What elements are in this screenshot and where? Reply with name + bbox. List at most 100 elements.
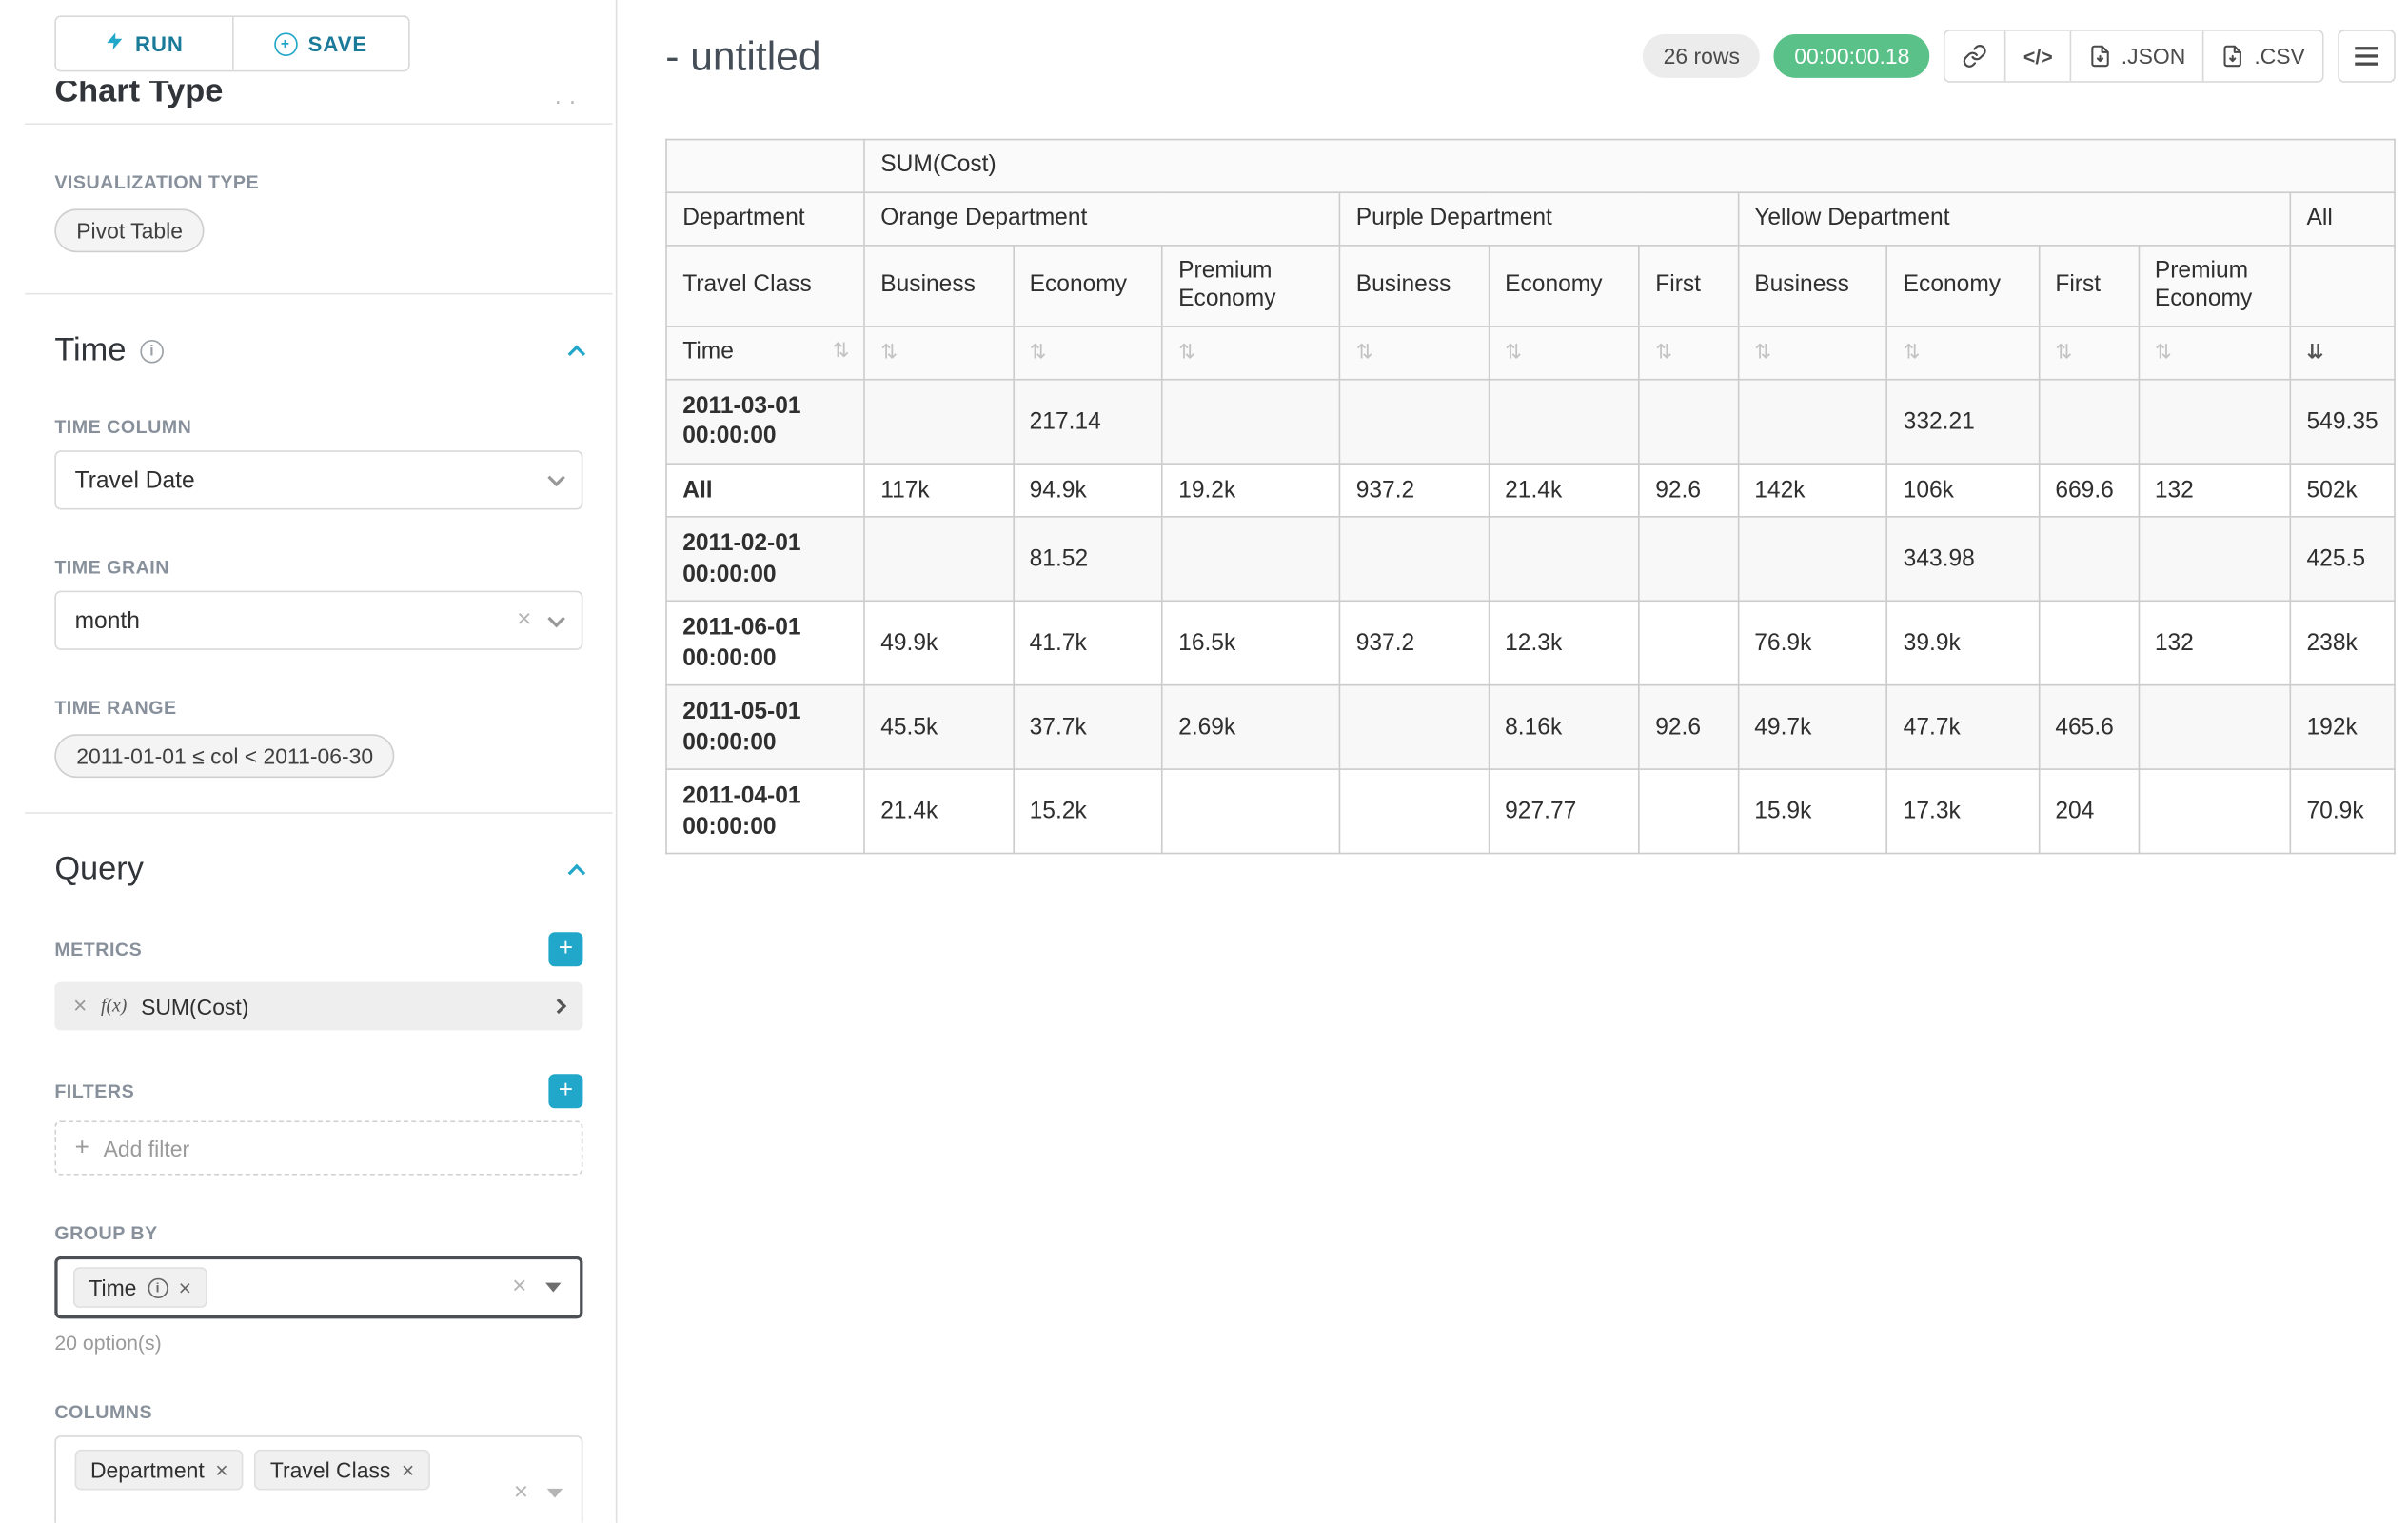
travel-class-header: Economy (1489, 245, 1639, 326)
pivot-value-cell (1162, 379, 1340, 463)
row-count-badge: 26 rows (1643, 34, 1760, 78)
visualization-type-pill[interactable]: Pivot Table (54, 208, 205, 252)
pivot-value-cell: 47.7k (1886, 685, 2039, 769)
run-save-group: RUN + SAVE (54, 15, 409, 71)
sort-icon[interactable]: ⇅ (2155, 342, 2170, 366)
add-filter-dropzone[interactable]: + Add filter (54, 1120, 582, 1175)
time-range-label: TIME RANGE (54, 697, 582, 719)
sort-icon[interactable]: ⇅ (1178, 342, 1194, 366)
group-by-select[interactable]: Timei × × (54, 1256, 582, 1319)
field-tag[interactable]: Timei × (73, 1267, 207, 1308)
plus-circle-icon: + (274, 32, 298, 56)
sort-icon[interactable]: ⇅ (2055, 342, 2070, 366)
lightning-bolt-icon (104, 30, 124, 57)
pivot-value-cell: 343.98 (1886, 517, 2039, 601)
metric-chip[interactable]: × f(x) SUM(Cost) (54, 982, 582, 1031)
chevron-up-icon[interactable] (568, 864, 586, 882)
pivot-value-cell (1162, 770, 1340, 854)
pivot-value-cell (1639, 770, 1738, 854)
pivot-value-cell: 17.3k (1886, 770, 2039, 854)
group-by-options-hint: 20 option(s) (54, 1331, 582, 1355)
travel-class-header: Premium Economy (2139, 245, 2291, 326)
export-json-label: .JSON (2122, 44, 2186, 69)
pivot-value-cell: 465.6 (2039, 685, 2138, 769)
add-metric-button[interactable]: + (548, 932, 582, 966)
sort-header-cell: ⇅ (2039, 326, 2138, 379)
copy-link-button[interactable] (1945, 31, 2004, 81)
pivot-value-cell: 142k (1738, 464, 1886, 517)
sort-header-cell: ⇅ (1639, 326, 1738, 379)
save-button-label: SAVE (308, 32, 368, 56)
pivot-value-cell: 669.6 (2039, 464, 2138, 517)
save-button[interactable]: + SAVE (231, 17, 408, 70)
sort-icon[interactable]: ⇅ (1030, 342, 1045, 366)
embed-code-button[interactable]: </> (2004, 31, 2069, 81)
chevron-up-icon[interactable] (568, 345, 586, 363)
sort-icon[interactable]: ⇅ (1356, 342, 1372, 366)
field-tag-label: Time (89, 1275, 136, 1299)
columns-select[interactable]: Department×Travel Class× × (54, 1435, 582, 1523)
department-group-header: Purple Department (1340, 192, 1739, 245)
clear-icon[interactable]: × (514, 1481, 528, 1506)
remove-tag-icon[interactable]: × (215, 1459, 227, 1481)
add-filter-button[interactable]: + (548, 1074, 582, 1108)
sort-icon[interactable]: ⇅ (1655, 342, 1670, 366)
travel-class-header: First (2039, 245, 2138, 326)
caret-down-icon (547, 1489, 563, 1498)
row-header-cell: 2011-02-01 00:00:00 (666, 517, 864, 601)
more-options-button[interactable] (2338, 30, 2396, 83)
chart-header: - untitled 26 rows 00:00:00.18 </> (665, 25, 2396, 88)
sort-icon[interactable]: ⇅ (1505, 342, 1520, 366)
pivot-value-cell: 19.2k (1162, 464, 1340, 517)
time-range-pill[interactable]: 2011-01-01 ≤ col < 2011-06-30 (54, 734, 395, 778)
export-json-button[interactable]: .JSON (2070, 31, 2203, 81)
pivot-value-cell: 49.9k (864, 602, 1013, 685)
remove-tag-icon[interactable]: × (179, 1276, 191, 1298)
pivot-row: All117k94.9k19.2k937.221.4k92.6142k106k6… (666, 464, 2395, 517)
sort-icon[interactable]: ⇅ (1754, 342, 1769, 366)
info-icon: i (148, 1277, 168, 1297)
department-group-header: Yellow Department (1738, 192, 2290, 245)
query-section-header[interactable]: Query (54, 851, 582, 888)
pivot-value-cell (1489, 517, 1639, 601)
travel-class-axis-label: Travel Class (666, 245, 864, 326)
sort-icon[interactable]: ⇅ (880, 342, 896, 366)
row-header-cell: 2011-06-01 00:00:00 (666, 602, 864, 685)
pivot-value-cell (2039, 379, 2138, 463)
sort-descending-icon[interactable]: ⇊ (2307, 342, 2322, 366)
field-tag[interactable]: Travel Class× (254, 1450, 429, 1491)
pivot-value-cell: 49.7k (1738, 685, 1886, 769)
time-grain-select[interactable]: month × (54, 591, 582, 650)
pivot-value-cell: 238k (2290, 602, 2395, 685)
divider (25, 293, 612, 295)
pivot-value-cell: 425.5 (2290, 517, 2395, 601)
pivot-table: SUM(Cost)DepartmentOrange DepartmentPurp… (665, 139, 2396, 855)
pivot-row: 2011-06-01 00:00:0049.9k41.7k16.5k937.21… (666, 602, 2395, 685)
columns-label: COLUMNS (54, 1401, 582, 1423)
clear-icon[interactable]: × (517, 608, 531, 633)
travel-class-header: Business (1340, 245, 1489, 326)
sort-icon[interactable]: ⇅ (1904, 342, 1919, 366)
metrics-label: METRICS (54, 939, 142, 960)
run-button[interactable]: RUN (56, 17, 231, 70)
field-tag[interactable]: Department× (75, 1450, 244, 1491)
export-csv-button[interactable]: .CSV (2202, 31, 2322, 81)
export-csv-label: .CSV (2254, 44, 2305, 69)
time-column-select[interactable]: Travel Date (54, 450, 582, 509)
pivot-table-container: SUM(Cost)DepartmentOrange DepartmentPurp… (665, 139, 2396, 855)
pivot-row: 2011-03-01 00:00:00217.14332.21549.35 (666, 379, 2395, 463)
time-axis-label: Time⇅ (666, 326, 864, 379)
pivot-value-cell: 16.5k (1162, 602, 1340, 685)
pivot-value-cell (2139, 685, 2291, 769)
group-by-tags: Timei × (73, 1267, 489, 1308)
chevron-down-icon (547, 609, 565, 627)
sort-icon[interactable]: ⇅ (833, 340, 848, 366)
clear-icon[interactable]: × (512, 1275, 526, 1299)
remove-metric-icon[interactable]: × (73, 993, 87, 1019)
time-section-header[interactable]: Time i (54, 332, 582, 369)
remove-tag-icon[interactable]: × (402, 1459, 414, 1481)
metric-header-cell: SUM(Cost) (864, 140, 2395, 192)
control-panel: RUN + SAVE Chart Type ·· VISUALIZATION T… (0, 0, 617, 1523)
pivot-row: 2011-04-01 00:00:0021.4k15.2k927.7715.9k… (666, 770, 2395, 854)
pivot-value-cell: 132 (2139, 464, 2291, 517)
